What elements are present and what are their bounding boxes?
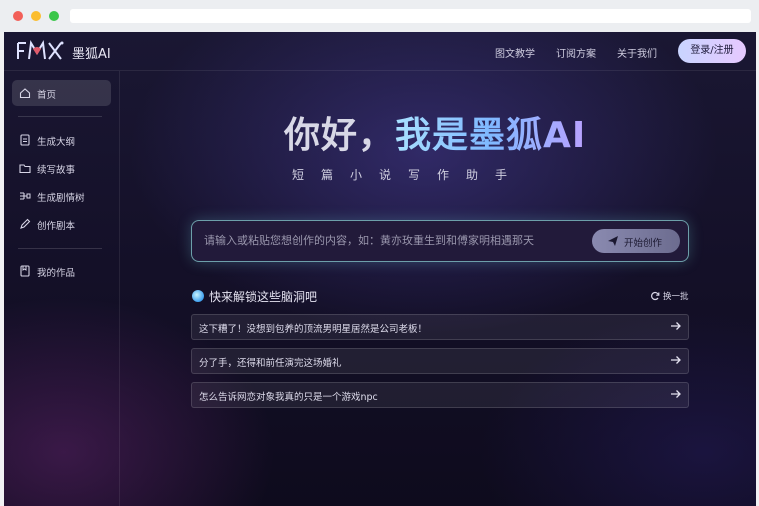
hero-title-highlight: 我是墨狐AI	[395, 115, 587, 156]
refresh-ideas-button[interactable]: 换一批	[650, 290, 689, 302]
idea-text: 怎么告诉网恋对象我真的只是一个游戏npc	[199, 392, 378, 403]
minimize-window-dot[interactable]	[31, 11, 41, 21]
sidebar-item-label: 我的作品	[37, 268, 76, 279]
start-create-button[interactable]: 开始创作	[592, 229, 680, 253]
sidebar-item-label: 续写故事	[37, 165, 76, 176]
lightbulb-icon	[192, 290, 204, 302]
hero-title: 你好，我是墨狐AI	[284, 106, 684, 158]
tree-icon	[20, 192, 31, 200]
prompt-input[interactable]	[204, 234, 584, 247]
nav-about[interactable]: 关于我们	[617, 45, 657, 60]
fox-logo-icon[interactable]	[16, 39, 66, 63]
sidebar-item-label: 创作剧本	[37, 221, 76, 232]
login-register-button[interactable]: 登录/注册	[678, 39, 746, 63]
idea-item[interactable]: 怎么告诉网恋对象我真的只是一个游戏npc	[191, 382, 689, 408]
address-bar[interactable]	[70, 9, 751, 23]
prompt-box: 开始创作	[191, 220, 689, 262]
hero-subtitle: 短篇小说写作助手	[292, 168, 525, 182]
top-navbar: 墨狐AI 图文教学 订阅方案 关于我们 登录/注册	[4, 32, 756, 71]
sidebar-item-label: 首页	[37, 90, 57, 101]
ideas-title-text: 快来解锁这些脑洞吧	[209, 290, 318, 304]
app-window: 墨狐AI 图文教学 订阅方案 关于我们 登录/注册 首页 生成大纲 续写故事 生…	[4, 32, 756, 506]
document-icon	[20, 134, 30, 146]
sidebar-item-outline[interactable]: 生成大纲	[12, 127, 111, 153]
bookmark-icon	[20, 265, 30, 277]
brand-name: 墨狐AI	[72, 47, 111, 62]
home-icon	[19, 88, 31, 99]
sidebar-item-works[interactable]: 我的作品	[12, 258, 111, 284]
sidebar-item-continue[interactable]: 续写故事	[12, 155, 111, 181]
refresh-icon	[651, 291, 660, 301]
idea-item[interactable]: 分了手，还得和前任演完这场婚礼	[191, 348, 689, 374]
idea-text: 这下糟了！没想到包养的顶流男明星居然是公司老板！	[199, 324, 428, 335]
sidebar-divider	[18, 116, 102, 117]
idea-item[interactable]: 这下糟了！没想到包养的顶流男明星居然是公司老板！	[191, 314, 689, 340]
hero-title-prefix: 你好，	[284, 115, 396, 156]
sidebar-item-plot-tree[interactable]: 生成剧情树	[12, 183, 111, 209]
folder-icon	[19, 164, 31, 174]
nav-tutorial[interactable]: 图文教学	[495, 45, 535, 60]
ideas-section-title: 快来解锁这些脑洞吧	[192, 288, 317, 305]
arrow-right-icon	[671, 390, 681, 398]
sidebar: 首页 生成大纲 续写故事 生成剧情树 创作剧本 我的作品	[4, 71, 120, 506]
idea-text: 分了手，还得和前任演完这场婚礼	[199, 358, 342, 369]
maximize-window-dot[interactable]	[49, 11, 59, 21]
refresh-label: 换一批	[663, 292, 689, 302]
sidebar-item-script[interactable]: 创作剧本	[12, 211, 111, 237]
sidebar-item-home[interactable]: 首页	[12, 80, 111, 106]
nav-plans[interactable]: 订阅方案	[556, 45, 596, 60]
sidebar-divider	[18, 248, 102, 249]
arrow-right-icon	[671, 356, 681, 364]
send-icon	[608, 236, 618, 246]
sidebar-item-label: 生成剧情树	[37, 193, 85, 204]
pencil-icon	[20, 218, 31, 229]
close-window-dot[interactable]	[13, 11, 23, 21]
sidebar-item-label: 生成大纲	[37, 137, 76, 148]
start-create-label: 开始创作	[624, 238, 663, 249]
browser-chrome	[0, 0, 759, 32]
arrow-right-icon	[671, 322, 681, 330]
